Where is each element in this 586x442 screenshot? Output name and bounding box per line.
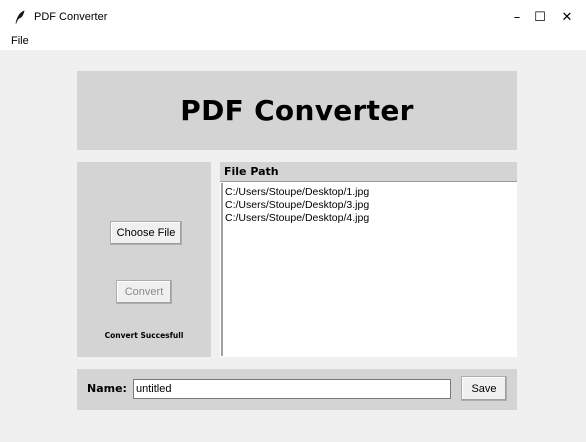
menu-bar: File (0, 34, 586, 50)
file-path-column-header: File Path (224, 165, 279, 178)
feather-icon (15, 10, 25, 24)
save-button[interactable]: Save (461, 376, 507, 401)
list-item[interactable]: C:/Users/Stoupe/Desktop/3.jpg (225, 199, 369, 211)
list-item[interactable]: C:/Users/Stoupe/Desktop/1.jpg (225, 186, 369, 198)
controls-panel (77, 162, 211, 357)
header-panel: PDF Converter (77, 71, 517, 150)
status-message: Convert Succesfull (104, 331, 184, 340)
name-label: Name: (87, 382, 127, 395)
window-title: PDF Converter (34, 11, 108, 23)
close-button[interactable]: ✕ (548, 0, 586, 34)
convert-button[interactable]: Convert (116, 280, 172, 304)
name-input[interactable] (133, 379, 451, 399)
title-bar[interactable]: PDF Converter – ☐ ✕ (0, 0, 586, 34)
file-listbox[interactable]: C:/Users/Stoupe/Desktop/1.jpg C:/Users/S… (221, 183, 516, 356)
maximize-icon: ☐ (534, 9, 546, 25)
app-window: PDF Converter – ☐ ✕ File PDF Converter C… (0, 0, 586, 442)
choose-file-button[interactable]: Choose File (110, 221, 182, 245)
menu-item-file[interactable]: File (11, 35, 29, 47)
close-icon: ✕ (561, 9, 573, 25)
file-list-header: File Path (220, 162, 517, 182)
page-title: PDF Converter (180, 94, 414, 127)
list-item[interactable]: C:/Users/Stoupe/Desktop/4.jpg (225, 212, 369, 224)
